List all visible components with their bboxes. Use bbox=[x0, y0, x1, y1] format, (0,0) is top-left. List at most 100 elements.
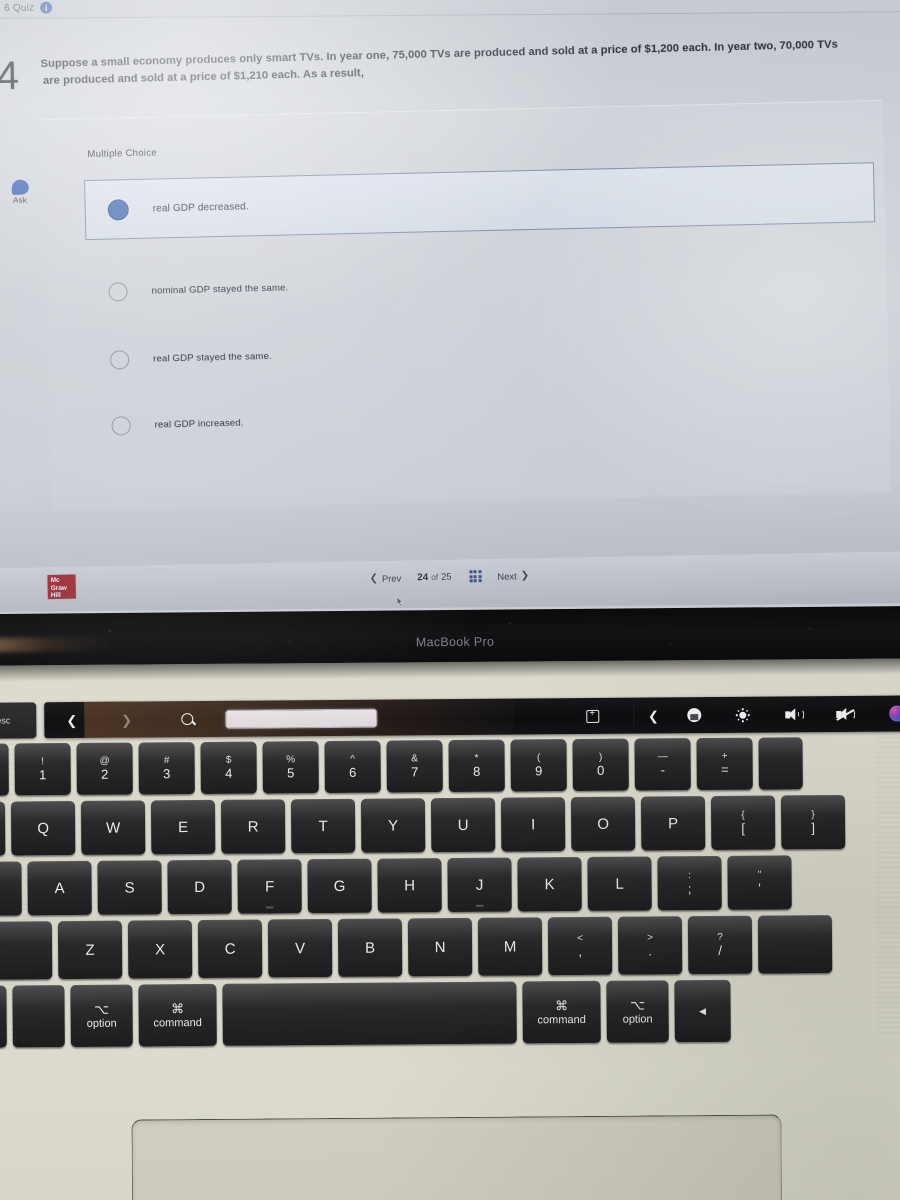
key-command-right[interactable]: ⌘ command bbox=[522, 980, 601, 1044]
key-3[interactable]: #3 bbox=[138, 742, 195, 795]
key-slash[interactable]: ? / bbox=[687, 915, 753, 975]
key-fn[interactable] bbox=[0, 985, 7, 1048]
key-u[interactable]: U bbox=[430, 797, 496, 853]
key-o[interactable]: O bbox=[570, 796, 636, 852]
touchbar-address-field[interactable] bbox=[220, 700, 381, 737]
key-4[interactable]: $4 bbox=[200, 741, 257, 794]
answer-choice-0[interactable]: real GDP decreased. bbox=[84, 162, 876, 241]
prev-button[interactable]: ❮ Prev bbox=[369, 572, 401, 584]
key-comma[interactable]: <, bbox=[547, 916, 613, 976]
key-esc[interactable]: esc bbox=[0, 702, 37, 739]
current-question: 24 bbox=[417, 572, 429, 584]
ask-button[interactable]: Ask bbox=[2, 179, 38, 205]
key-label: L bbox=[615, 875, 624, 893]
key-t[interactable]: T bbox=[290, 798, 356, 854]
radio-button[interactable] bbox=[109, 349, 130, 370]
key-tab[interactable] bbox=[0, 801, 6, 856]
key-a[interactable]: A bbox=[27, 860, 92, 916]
key-label: ' bbox=[758, 880, 761, 896]
key-b[interactable]: B bbox=[337, 918, 403, 977]
info-icon[interactable]: i bbox=[40, 1, 53, 14]
touchbar-expand-controls[interactable]: ❮ bbox=[634, 697, 672, 733]
key-control[interactable] bbox=[12, 985, 65, 1048]
key-m[interactable]: M bbox=[477, 917, 543, 976]
key-5[interactable]: % 5 bbox=[262, 741, 319, 794]
key-p[interactable]: P bbox=[640, 796, 706, 851]
key-shift-label: * bbox=[474, 752, 479, 764]
key-f[interactable]: F bbox=[237, 859, 302, 914]
key-label: H bbox=[404, 876, 416, 894]
key-delete[interactable] bbox=[758, 737, 803, 790]
key-k[interactable]: K bbox=[517, 857, 582, 912]
key-z[interactable]: Z bbox=[57, 920, 123, 980]
key-label: . bbox=[648, 943, 653, 959]
key-semicolon[interactable]: :; bbox=[657, 855, 722, 911]
key-period[interactable]: >. bbox=[617, 916, 683, 975]
key-command-left[interactable]: ⌘ command bbox=[138, 983, 217, 1047]
next-button[interactable]: Next ❯ bbox=[497, 570, 529, 582]
key-minus[interactable]: — - bbox=[634, 738, 691, 791]
key-8[interactable]: * 8 bbox=[448, 739, 505, 793]
radio-button-selected[interactable] bbox=[107, 198, 129, 221]
key-label: ] bbox=[811, 820, 816, 836]
key-c[interactable]: C bbox=[197, 919, 263, 979]
key-6[interactable]: ^ 6 bbox=[324, 740, 381, 794]
key-1[interactable]: ! 1 bbox=[14, 743, 71, 796]
new-tab-icon bbox=[586, 709, 600, 723]
key-option-left[interactable]: ⌥ option bbox=[70, 984, 133, 1048]
touchbar-mute[interactable] bbox=[818, 696, 871, 732]
touchbar-siri[interactable] bbox=[871, 695, 900, 731]
breadcrumb[interactable]: 6 Quiz bbox=[4, 2, 34, 13]
key-i[interactable]: I bbox=[500, 797, 566, 852]
key-w[interactable]: W bbox=[80, 800, 146, 855]
key-label: - bbox=[660, 762, 665, 778]
key-x[interactable]: X bbox=[127, 920, 193, 979]
touchbar-brightness-down[interactable] bbox=[672, 697, 716, 733]
key-9[interactable]: (9 bbox=[510, 739, 567, 792]
key-q[interactable]: Q bbox=[10, 800, 76, 856]
key-bracket-right[interactable]: }] bbox=[780, 794, 846, 850]
key-capslock[interactable] bbox=[0, 861, 22, 916]
touchbar-brightness-up[interactable] bbox=[716, 697, 769, 733]
key-bracket-left[interactable]: {[ bbox=[710, 795, 776, 850]
key-label: B bbox=[365, 939, 376, 957]
touchbar-new-tab[interactable] bbox=[552, 698, 634, 735]
key-arrow-left[interactable]: ◀ bbox=[674, 979, 731, 1043]
touchbar-back-chevron[interactable]: ❮ bbox=[44, 702, 99, 738]
key-space[interactable] bbox=[222, 981, 517, 1046]
radio-button[interactable] bbox=[111, 415, 131, 436]
key-equals[interactable]: + = bbox=[696, 737, 753, 791]
key-7[interactable]: & 7 bbox=[386, 740, 443, 793]
touch-bar[interactable]: ❮ ❯ ❮ bbox=[44, 695, 900, 739]
key-n[interactable]: N bbox=[407, 917, 473, 977]
key-l[interactable]: L bbox=[587, 856, 652, 911]
touchbar-volume[interactable] bbox=[769, 696, 819, 732]
command-glyph-icon: ⌘ bbox=[171, 1001, 185, 1017]
trackpad[interactable] bbox=[131, 1114, 783, 1200]
key-h[interactable]: H bbox=[377, 858, 442, 913]
key-e[interactable]: E bbox=[150, 799, 216, 855]
speech-bubble-icon bbox=[11, 179, 29, 195]
radio-button[interactable] bbox=[108, 281, 128, 302]
touchbar-forward-chevron[interactable]: ❯ bbox=[99, 701, 154, 737]
grid-menu-icon[interactable] bbox=[469, 570, 482, 583]
answer-choice-label: real GDP decreased. bbox=[152, 200, 249, 215]
key-v[interactable]: V bbox=[267, 918, 333, 978]
key-label: U bbox=[457, 816, 469, 834]
answer-choice-label: nominal GDP stayed the same. bbox=[151, 282, 289, 297]
key-y[interactable]: Y bbox=[360, 798, 426, 853]
touchbar-search[interactable] bbox=[154, 701, 221, 738]
key-tilde[interactable]: ~ bbox=[0, 743, 9, 796]
key-0[interactable]: ) 0 bbox=[572, 738, 629, 792]
key-r[interactable]: R bbox=[220, 799, 286, 854]
key-d[interactable]: D bbox=[167, 859, 232, 915]
key-j[interactable]: J bbox=[447, 857, 512, 913]
key-shift-left[interactable] bbox=[0, 921, 53, 980]
key-g[interactable]: G bbox=[307, 858, 372, 914]
key-option-right[interactable]: ⌥ option bbox=[606, 980, 669, 1043]
key-label: G bbox=[333, 877, 346, 895]
key-s[interactable]: S bbox=[97, 860, 162, 915]
key-quote[interactable]: " ' bbox=[727, 855, 792, 910]
key-2[interactable]: @2 bbox=[76, 742, 133, 795]
key-shift-right[interactable] bbox=[757, 915, 833, 974]
